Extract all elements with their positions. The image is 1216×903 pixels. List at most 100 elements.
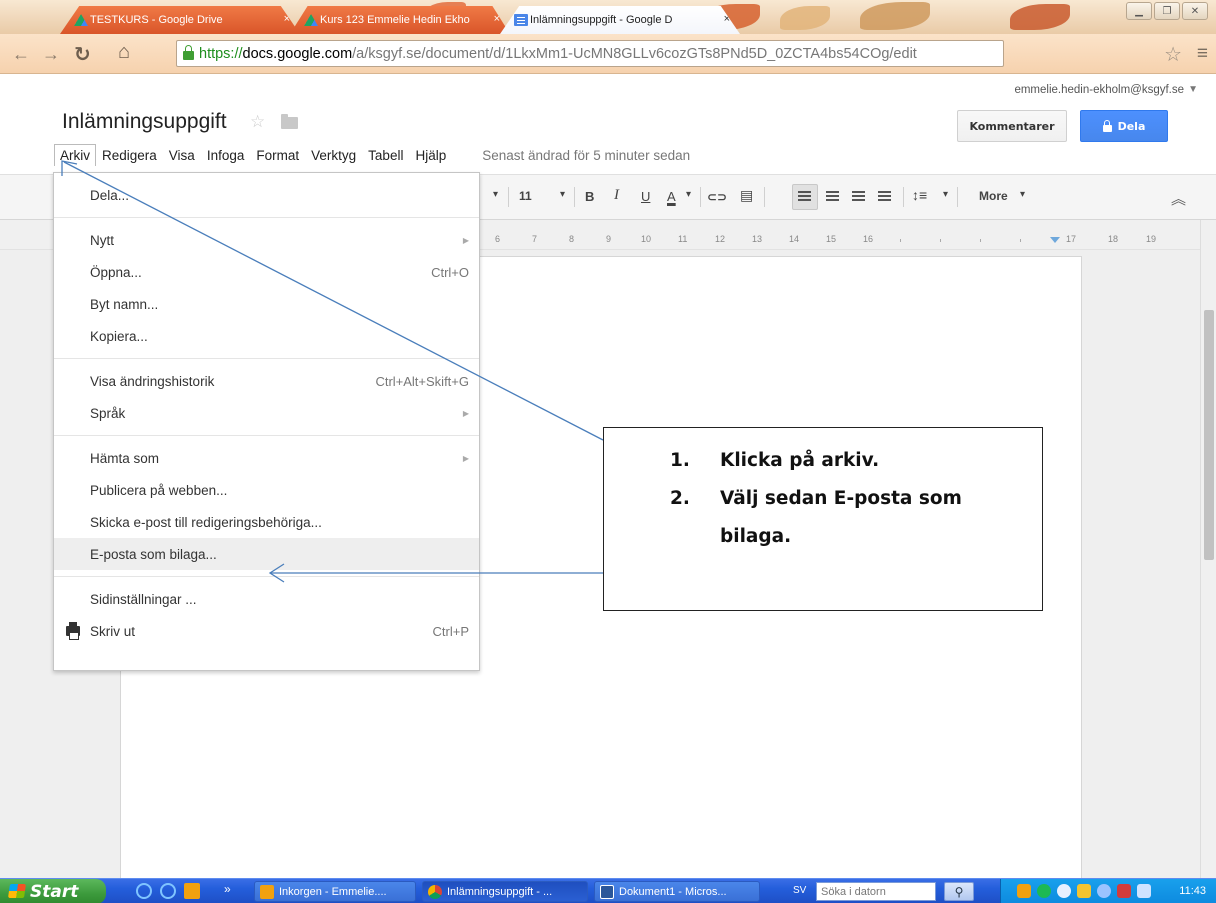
share-button[interactable]: Dela — [1080, 110, 1168, 142]
tab-inlamningsuppgift-docs[interactable]: Inlämningsuppgift - Google D × — [500, 6, 740, 34]
toolbar-separator — [574, 187, 575, 207]
link-icon[interactable]: ⊂⊃ — [707, 190, 727, 204]
taskbar-item-outlook[interactable]: Inkorgen - Emmelie.... — [254, 881, 416, 902]
menu-arkiv[interactable]: Arkiv — [54, 144, 96, 166]
url-path: /a/ksgyf.se/document/d/1LkxMm1-UcMN8GLLv… — [352, 45, 917, 62]
ruler-number: 17 — [1066, 234, 1077, 244]
folder-icon[interactable] — [281, 114, 298, 129]
menu-format[interactable]: Format — [250, 144, 305, 166]
home-icon[interactable]: ⌂ — [118, 41, 130, 64]
reload-icon[interactable]: ↻ — [74, 42, 91, 67]
security-icon[interactable] — [1117, 884, 1131, 898]
address-bar[interactable]: https://docs.google.com/a/ksgyf.se/docum… — [176, 40, 1004, 67]
taskbar-item-chrome[interactable]: Inlämningsuppgift - ... — [422, 881, 588, 902]
text-color-caret-icon[interactable]: ▾ — [686, 189, 691, 200]
decorative-leaf — [860, 2, 930, 30]
menu-item-nytt[interactable]: Nytt ▶ — [54, 224, 479, 256]
align-justify-icon[interactable] — [878, 191, 891, 202]
menu-item-publicera-pa-webben[interactable]: Publicera på webben... — [54, 474, 479, 506]
account-caret-icon[interactable]: ▼ — [1188, 84, 1198, 95]
decorative-leaf — [780, 6, 830, 30]
decorative-leaf — [1010, 4, 1070, 30]
menu-item-skriv-ut[interactable]: Skriv ut Ctrl+P — [54, 615, 479, 647]
menu-item-hamta-som[interactable]: Hämta som ▶ — [54, 442, 479, 474]
language-indicator[interactable]: SV — [793, 885, 806, 896]
close-window-icon[interactable]: ✕ — [1182, 2, 1208, 20]
tab-close-icon[interactable]: × — [284, 13, 290, 25]
align-center-icon[interactable] — [826, 191, 839, 202]
font-size-caret-icon[interactable]: ▾ — [560, 189, 565, 200]
line-spacing-icon[interactable]: ↕≡ — [912, 187, 927, 203]
quicklaunch-overflow-icon[interactable]: » — [224, 882, 231, 896]
restore-icon[interactable]: ❐ — [1154, 2, 1180, 20]
more-button[interactable]: More — [979, 189, 1008, 203]
menu-redigera[interactable]: Redigera — [96, 144, 163, 166]
outlook-tray-icon[interactable] — [1017, 884, 1031, 898]
menu-visa[interactable]: Visa — [163, 144, 201, 166]
menu-item-sidinstallningar[interactable]: Sidinställningar ... — [54, 583, 479, 615]
tab-testkurs-drive[interactable]: TESTKURS - Google Drive × — [60, 6, 300, 34]
network-icon[interactable] — [1077, 884, 1091, 898]
font-dropdown-caret-icon[interactable]: ▾ — [493, 189, 498, 200]
bold-button[interactable]: B — [585, 189, 594, 204]
collapse-toolbar-icon[interactable]: ︽ — [1171, 188, 1186, 209]
menu-hjalp[interactable]: Hjälp — [409, 144, 452, 166]
start-button[interactable]: Start — [0, 879, 106, 903]
ruler-number: 6 — [495, 234, 501, 244]
chrome-menu-icon[interactable]: ≡ — [1197, 43, 1208, 65]
system-clock: 11:43 — [1179, 885, 1206, 897]
instruction-step-2: 2. Välj sedan E-posta som — [670, 488, 962, 509]
bookmark-star-icon[interactable]: ☆ — [1164, 42, 1182, 67]
menu-item-sprak[interactable]: Språk ▶ — [54, 397, 479, 429]
text-color-button[interactable]: A — [667, 189, 676, 204]
more-caret-icon[interactable]: ▾ — [1020, 189, 1025, 200]
ruler-number: 16 — [863, 234, 874, 244]
vertical-scrollbar[interactable] — [1200, 220, 1216, 880]
menu-separator — [54, 217, 479, 218]
internet-explorer-icon[interactable] — [136, 883, 152, 899]
menu-separator — [54, 576, 479, 577]
outlook-icon[interactable] — [184, 883, 200, 899]
tab-close-icon[interactable]: × — [494, 13, 500, 25]
system-tray: 11:43 — [1000, 879, 1216, 903]
menu-item-dela[interactable]: Dela... — [54, 179, 479, 211]
search-tray-icon[interactable] — [1057, 884, 1071, 898]
font-size-select[interactable]: 11 — [519, 189, 532, 203]
scrollbar-thumb[interactable] — [1204, 310, 1214, 560]
menu-item-byt-namn[interactable]: Byt namn... — [54, 288, 479, 320]
taskbar-item-label: Inlämningsuppgift - ... — [447, 885, 553, 898]
comments-button[interactable]: Kommentarer — [957, 110, 1067, 142]
taskbar-item-word[interactable]: Dokument1 - Micros... — [594, 881, 760, 902]
menu-item-kopiera[interactable]: Kopiera... — [54, 320, 479, 352]
step-text: bilaga. — [720, 526, 792, 547]
document-title[interactable]: Inlämningsuppgift — [62, 110, 227, 134]
taskbar-search-input[interactable]: Söka i datorn — [816, 882, 936, 901]
star-icon[interactable]: ☆ — [250, 112, 265, 132]
search-icon[interactable]: ⚲ — [944, 882, 974, 901]
user-email[interactable]: emmelie.hedin-ekholm@ksgyf.se — [1014, 84, 1184, 96]
underline-button[interactable]: U — [641, 189, 650, 204]
menu-item-oppna[interactable]: Öppna... Ctrl+O — [54, 256, 479, 288]
internet-explorer-icon[interactable] — [160, 883, 176, 899]
ruler-number: 8 — [569, 234, 575, 244]
menu-tabell[interactable]: Tabell — [362, 144, 409, 166]
sync-icon[interactable] — [1097, 884, 1111, 898]
menu-item-visa-andringshistorik[interactable]: Visa ändringshistorik Ctrl+Alt+Skift+G — [54, 365, 479, 397]
display-icon[interactable] — [1137, 884, 1151, 898]
line-spacing-caret-icon[interactable]: ▾ — [943, 189, 948, 200]
minimize-icon[interactable]: ▁ — [1126, 2, 1152, 20]
align-right-icon[interactable] — [852, 191, 865, 202]
spotify-icon[interactable] — [1037, 884, 1051, 898]
menu-item-e-posta-som-bilaga[interactable]: E-posta som bilaga... — [54, 538, 479, 570]
menu-item-label: Skicka e-post till redigeringsbehöriga..… — [90, 514, 322, 530]
back-arrow-icon[interactable]: ← — [12, 44, 30, 65]
menu-infoga[interactable]: Infoga — [201, 144, 251, 166]
right-indent-marker[interactable] — [1050, 237, 1060, 243]
italic-button[interactable]: I — [614, 187, 619, 204]
forward-arrow-icon[interactable]: → — [42, 44, 60, 65]
last-edited-status[interactable]: Senast ändrad för 5 minuter sedan — [482, 148, 690, 163]
menu-item-skicka-e-post[interactable]: Skicka e-post till redigeringsbehöriga..… — [54, 506, 479, 538]
tab-kurs-123-drive[interactable]: Kurs 123 Emmelie Hedin Ekho × — [290, 6, 510, 34]
menu-verktyg[interactable]: Verktyg — [305, 144, 362, 166]
comment-icon[interactable]: ▤ — [740, 187, 753, 204]
